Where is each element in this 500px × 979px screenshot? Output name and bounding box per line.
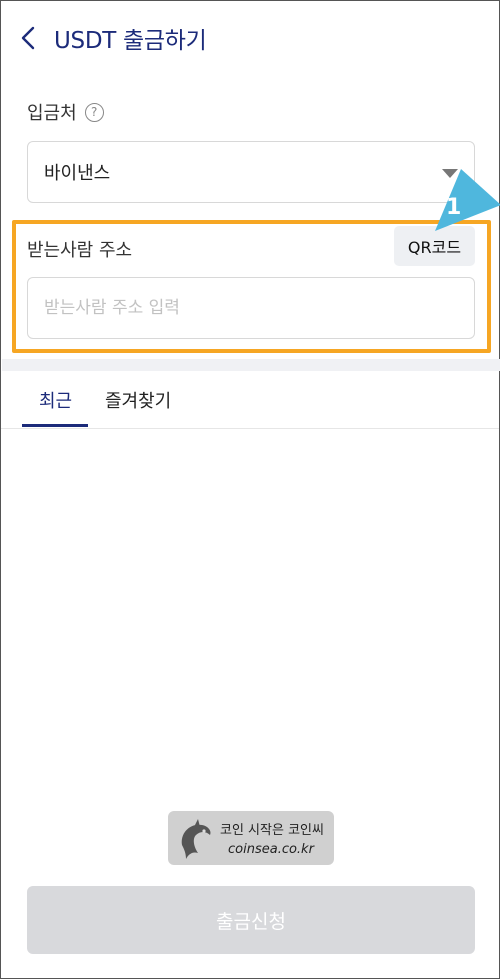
destination-label: 입금처 xyxy=(27,103,77,124)
chevron-left-icon xyxy=(21,26,35,50)
annotation-arrow-icon xyxy=(435,169,500,231)
section-divider xyxy=(2,359,500,371)
page-title: USDT 출금하기 xyxy=(54,28,207,54)
watermark: 코인 시작은 코인씨 coinsea.co.kr xyxy=(168,811,334,865)
question-circle-icon[interactable]: ? xyxy=(84,102,104,122)
destination-selected-value: 바이낸스 xyxy=(44,163,111,184)
header: USDT 출금하기 xyxy=(1,1,499,75)
recipient-address-label: 받는사람 주소 xyxy=(27,240,133,261)
address-tabs: 최근 즐겨찾기 xyxy=(1,371,499,429)
dolphin-logo-icon xyxy=(181,819,211,859)
recipient-address-input[interactable] xyxy=(27,277,475,339)
destination-select[interactable]: 바이낸스 xyxy=(27,141,475,203)
back-button[interactable] xyxy=(15,23,45,53)
annotation-step-number: 1 xyxy=(446,195,462,220)
tab-favorites[interactable]: 즐겨찾기 xyxy=(105,387,171,413)
watermark-url: coinsea.co.kr xyxy=(228,842,314,857)
active-tab-indicator xyxy=(22,424,88,427)
watermark-slogan: 코인 시작은 코인씨 xyxy=(220,823,324,838)
withdraw-submit-button[interactable]: 출금신청 xyxy=(27,886,475,954)
app-screen: USDT 출금하기 입금처 ? 바이낸스 받는사람 주소 QR코드 1 최근 즐… xyxy=(0,0,500,979)
destination-label-row: 입금처 ? xyxy=(27,99,104,125)
tab-recent[interactable]: 최근 xyxy=(39,387,72,413)
